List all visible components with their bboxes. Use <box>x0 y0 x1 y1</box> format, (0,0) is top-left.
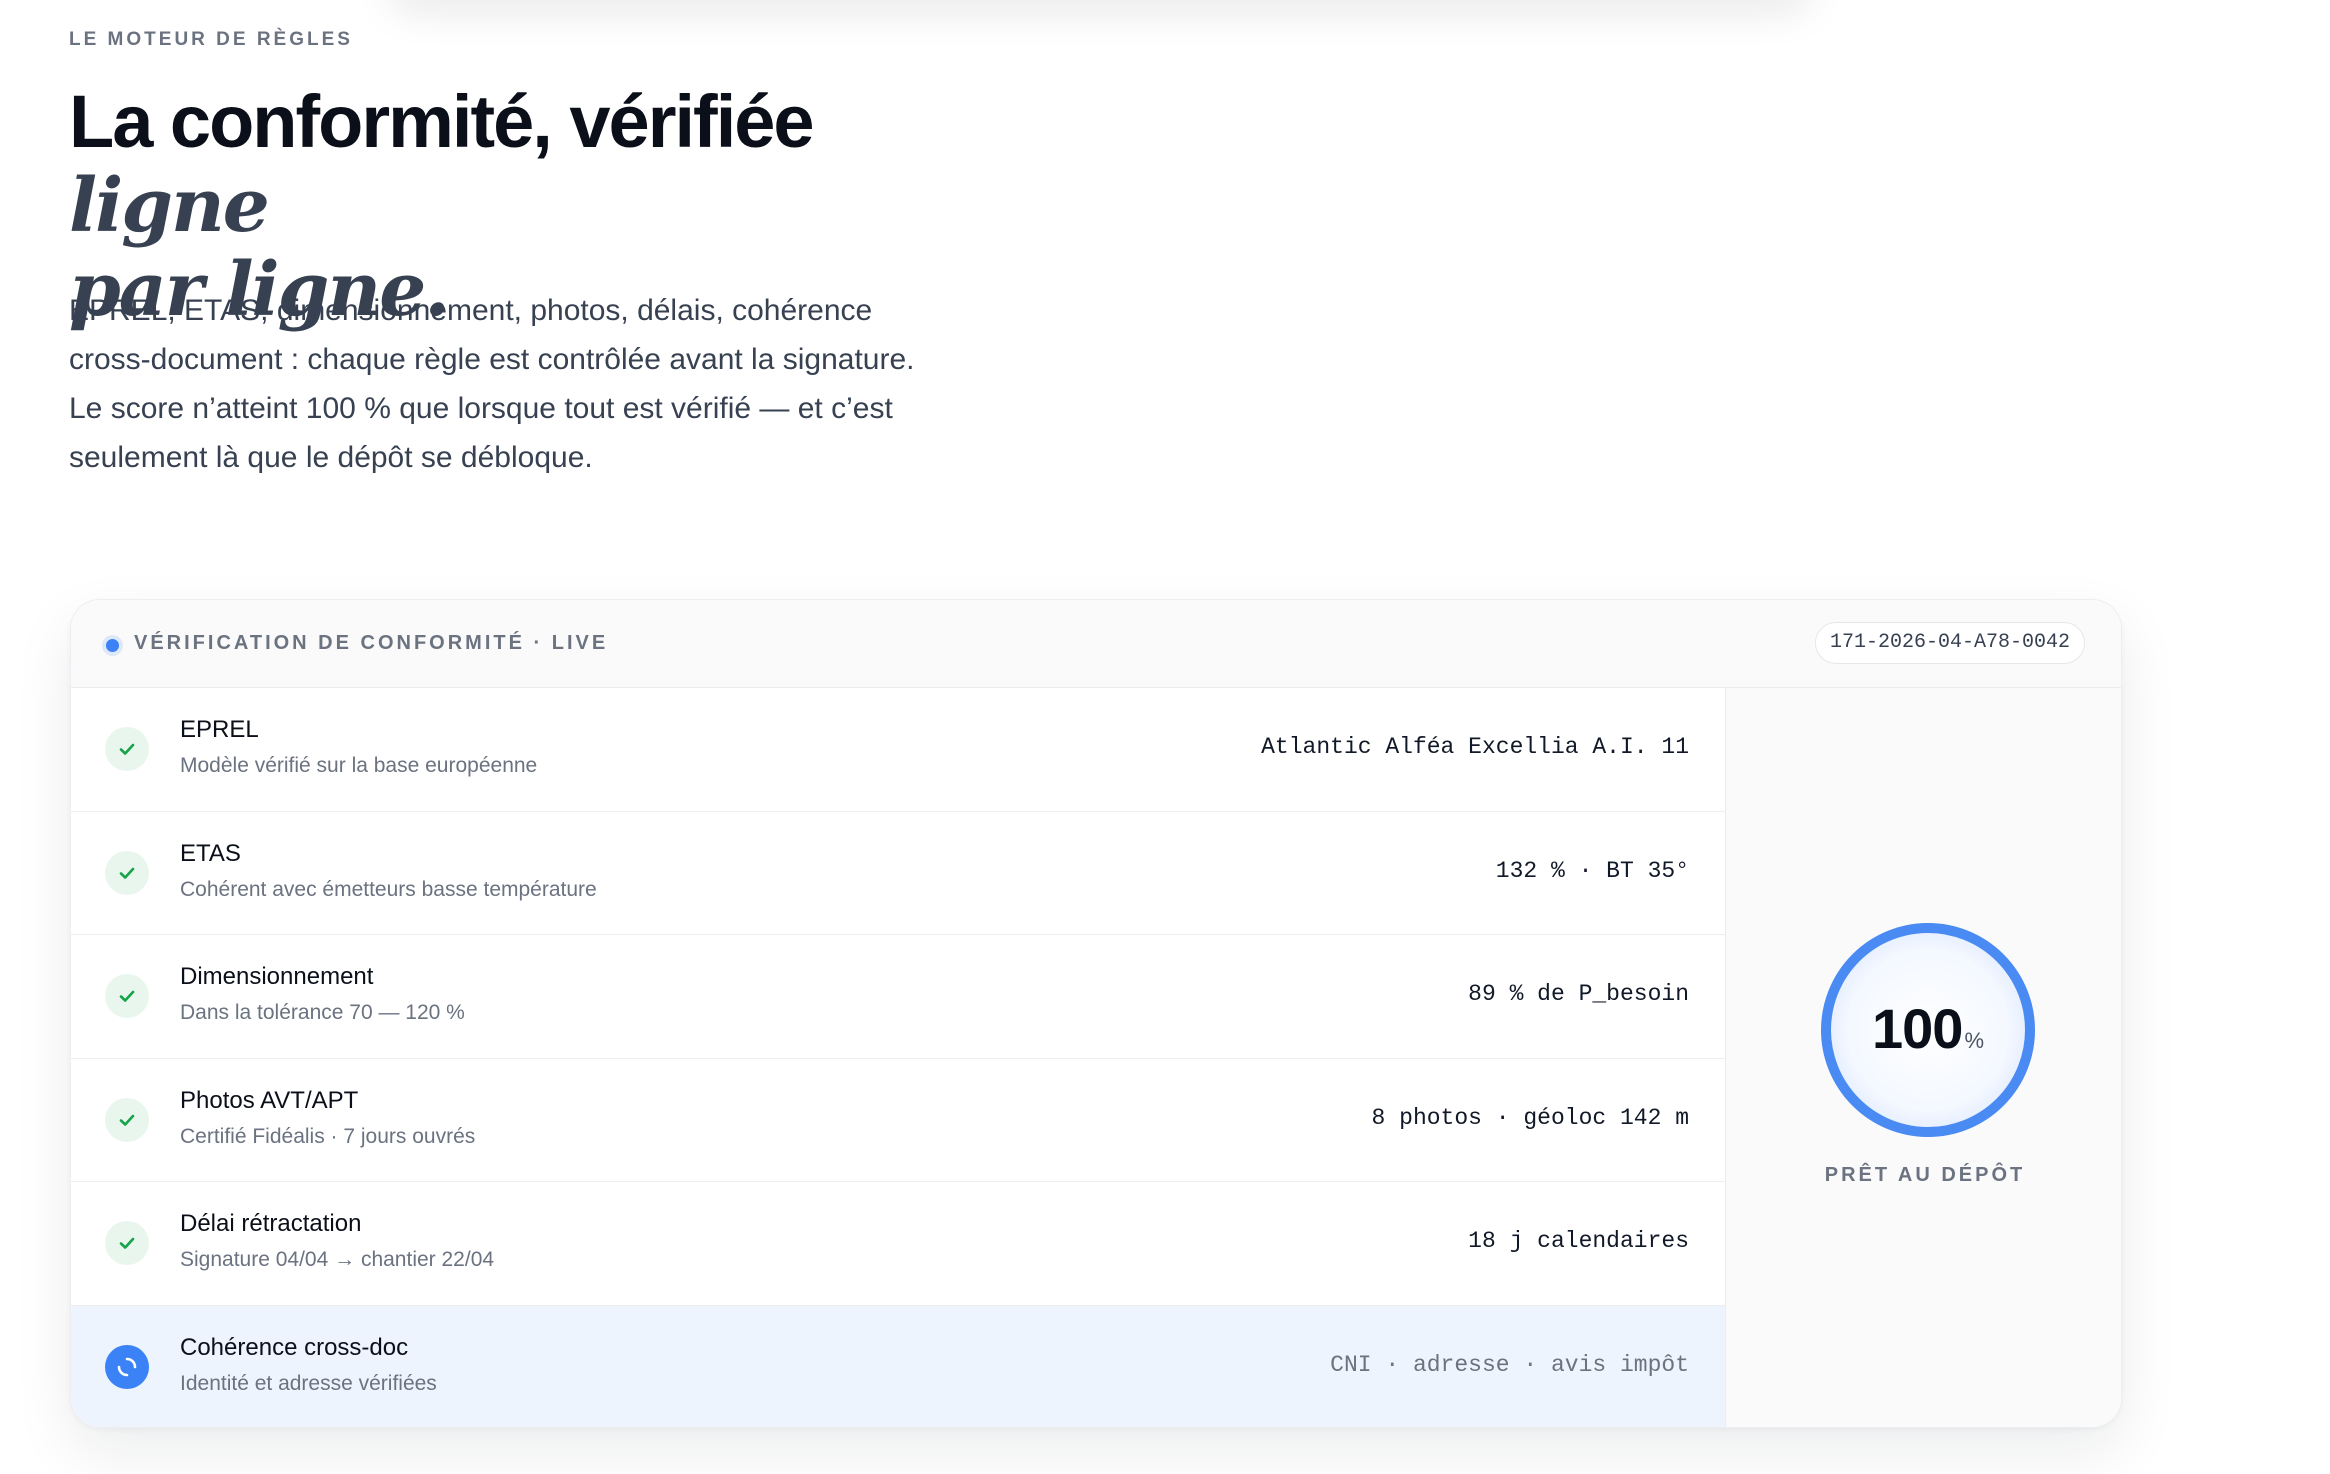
score-value: 100% <box>1818 996 2038 1061</box>
check-icon <box>105 727 149 771</box>
title-italic-1: ligne <box>69 163 270 249</box>
rules-list: EPREL Modèle vérifié sur la base européen… <box>71 688 1725 1427</box>
section-eyebrow: LE MOTEUR DE RÈGLES <box>69 29 353 50</box>
rule-row: Cohérence cross-doc Identité et adresse v… <box>71 1305 1725 1427</box>
rule-value: CNI · adresse · avis impôt <box>1330 1351 1689 1378</box>
rule-row: Délai rétractation Signature 04/04 → chan… <box>71 1182 1725 1306</box>
spinner-icon <box>105 1344 149 1389</box>
rule-row: Photos AVT/APT Certifié Fidéalis · 7 jour… <box>71 1058 1725 1182</box>
ready-label: PRÊT AU DÉPÔT <box>1824 1164 2026 1186</box>
score-number: 100 <box>1872 997 1963 1060</box>
rule-value: 89 % de P_besoin <box>1468 981 1689 1007</box>
rule-subtitle: Identité et adresse vérifiées <box>180 1371 437 1395</box>
score-sidebar: 100% PRÊT AU DÉPÔT <box>1725 688 2121 1427</box>
rule-value: 132 % · BT 35° <box>1495 857 1689 884</box>
dossier-reference-badge: 171-2026-04-A78-0042 <box>1814 622 2085 664</box>
live-dot-icon <box>106 639 119 652</box>
intro-paragraph: EPREL, ETAS, dimensionnement, photos, dé… <box>69 294 915 474</box>
compliance-panel: VÉRIFICATION DE CONFORMITÉ · LIVE 171-20… <box>70 599 2122 1428</box>
panel-title: VÉRIFICATION DE CONFORMITÉ · LIVE <box>134 632 609 654</box>
rule-value: 8 photos · géoloc 142 m <box>1371 1104 1689 1131</box>
check-icon <box>105 850 149 895</box>
rule-title: ETAS <box>180 839 241 867</box>
rule-title: Cohérence cross-doc <box>180 1333 409 1361</box>
rule-subtitle: Cohérent avec émetteurs basse températur… <box>180 877 597 901</box>
rule-subtitle: Signature 04/04 → chantier 22/04 <box>180 1248 495 1271</box>
rule-subtitle: Dans la tolérance 70 — 120 % <box>180 1001 465 1024</box>
rule-title: Dimensionnement <box>180 963 374 990</box>
score-ring: 100% <box>1818 920 2038 1140</box>
rule-title: Photos AVT/APT <box>180 1086 359 1114</box>
title-plain: La conformité, vérifiée <box>69 80 815 163</box>
panel-header: VÉRIFICATION DE CONFORMITÉ · LIVE 171-20… <box>71 600 2121 688</box>
check-icon <box>105 974 149 1018</box>
rule-value: Atlantic Alféa Excellia A.I. 11 <box>1261 734 1689 760</box>
score-unit: % <box>1964 1028 1984 1053</box>
rule-title: EPREL <box>180 716 259 743</box>
check-icon <box>105 1097 149 1142</box>
rule-title: Délai rétractation <box>180 1210 362 1237</box>
rule-row: ETAS Cohérent avec émetteurs basse tempér… <box>71 811 1725 935</box>
rule-subtitle: Modèle vérifié sur la base européenne <box>180 754 538 777</box>
rule-row: EPREL Modèle vérifié sur la base européen… <box>71 688 1725 812</box>
rule-row: Dimensionnement Dans la tolérance 70 — 12… <box>71 935 1725 1059</box>
rule-subtitle: Certifié Fidéalis · 7 jours ouvrés <box>180 1124 476 1148</box>
check-icon <box>105 1221 149 1265</box>
rule-value: 18 j calendaires <box>1468 1228 1689 1254</box>
